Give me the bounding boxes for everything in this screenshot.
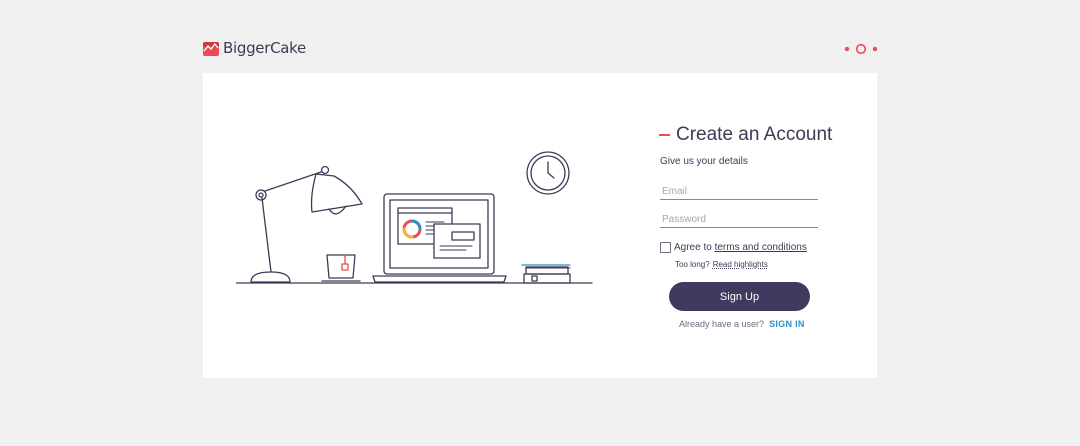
cake-logo-icon: [203, 41, 219, 56]
signin-link[interactable]: SIGN IN: [769, 319, 805, 329]
already-user-text: Already have a user?: [679, 319, 765, 329]
agree-text: Agree to terms and conditions: [674, 242, 807, 253]
form-heading: Create an Account: [659, 124, 832, 146]
agree-prefix: Agree to: [674, 242, 712, 253]
signup-button[interactable]: Sign Up: [669, 282, 810, 311]
title-accent: [659, 134, 670, 136]
page-title: Create an Account: [676, 124, 833, 145]
desk-illustration: [236, 151, 593, 284]
email-field[interactable]: [660, 184, 818, 200]
brand-name: BiggerCake: [223, 39, 306, 57]
password-field[interactable]: [660, 212, 818, 228]
brand-logo[interactable]: BiggerCake: [203, 39, 306, 57]
too-long-hint: Too long? Read highlights: [675, 260, 768, 269]
terms-link[interactable]: terms and conditions: [715, 242, 807, 253]
signin-prompt: Already have a user? SIGN IN: [679, 319, 805, 329]
form-subtitle: Give us your details: [660, 156, 748, 167]
three-dots-menu-icon[interactable]: [843, 43, 879, 55]
too-long-text: Too long?: [675, 260, 710, 269]
terms-checkbox[interactable]: [660, 242, 671, 253]
read-highlights-link[interactable]: Read highlights: [713, 260, 768, 269]
